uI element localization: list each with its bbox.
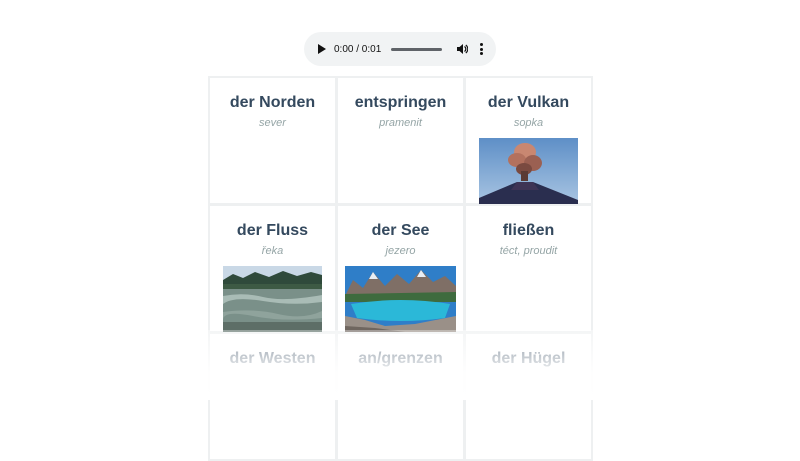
word-card[interactable]: der Fluss řeka <box>208 204 337 333</box>
word-label: der Fluss <box>236 222 309 239</box>
play-icon[interactable] <box>318 44 326 54</box>
word-card[interactable]: fließen téct, proudit <box>464 204 593 333</box>
translation-label: sopka <box>513 117 544 129</box>
word-label: an/grenzen <box>358 350 443 367</box>
word-card[interactable]: entspringen pramenit <box>336 76 465 205</box>
time-display: 0:00 / 0:01 <box>334 43 382 55</box>
word-card[interactable]: der Hügel <box>464 332 593 461</box>
word-label: der Norden <box>229 94 316 111</box>
word-label: der Westen <box>229 350 316 367</box>
word-label: entspringen <box>354 94 447 111</box>
river-image <box>223 266 322 332</box>
progress-slider[interactable] <box>391 47 443 51</box>
translation-label: jezero <box>385 245 416 257</box>
word-label: fließen <box>502 222 555 239</box>
word-label: der Vulkan <box>487 94 570 111</box>
translation-label: sever <box>259 117 286 129</box>
vocabulary-grid: der Norden sever entspringen pramenit de… <box>208 76 593 461</box>
word-card[interactable]: der See jezero <box>336 204 465 333</box>
word-card[interactable]: der Westen <box>208 332 337 461</box>
audio-player[interactable]: 0:00 / 0:01 <box>304 32 496 66</box>
translation-label: pramenit <box>379 117 422 129</box>
lake-image <box>345 266 456 332</box>
more-options-icon[interactable] <box>480 43 484 55</box>
word-card[interactable]: der Norden sever <box>208 76 337 205</box>
volume-icon[interactable] <box>456 43 469 55</box>
translation-label: téct, proudit <box>499 245 558 257</box>
word-label: der See <box>371 222 430 239</box>
word-card[interactable]: der Vulkan sopka <box>464 76 593 205</box>
word-label: der Hügel <box>491 350 566 367</box>
volcano-image <box>479 138 578 204</box>
word-card[interactable]: an/grenzen <box>336 332 465 461</box>
translation-label: řeka <box>261 245 284 257</box>
